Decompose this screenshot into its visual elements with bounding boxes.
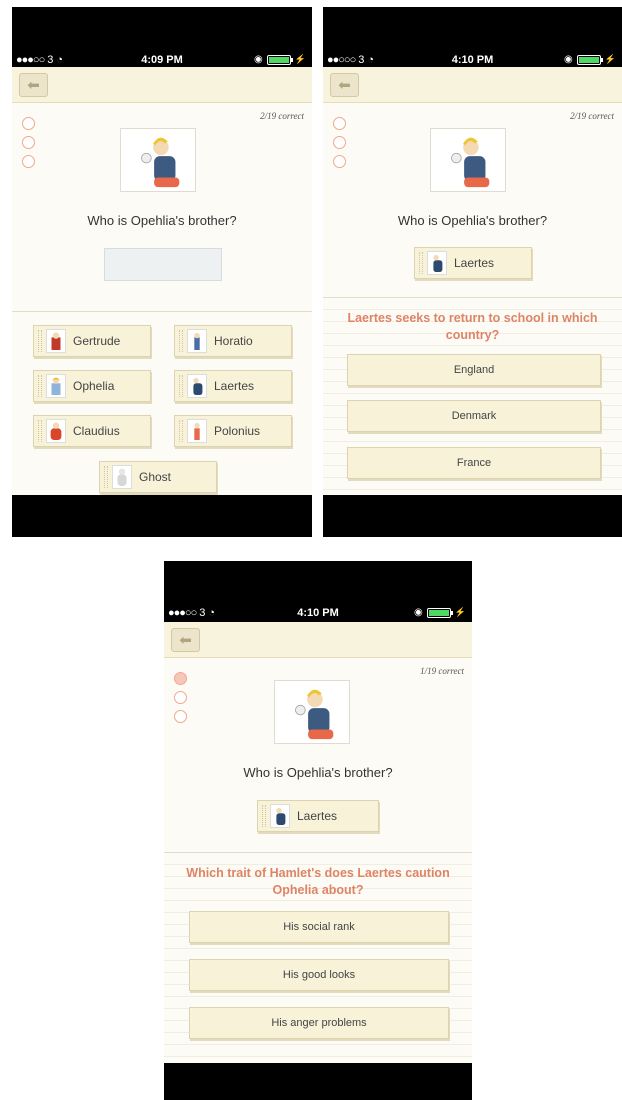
choice-label: Polonius [214, 424, 261, 438]
question-text: Who is Opehlia's brother? [397, 213, 548, 228]
selected-answer-laertes[interactable]: Laertes [414, 247, 532, 279]
drag-handle [179, 375, 183, 397]
choice-ophelia[interactable]: Ophelia [33, 370, 151, 402]
phone-screenshot-2: ●●○○○ 3 ◔ 4:10 PM ◉ ⚡ ⬅ 2/19 correct Who is… [323, 7, 622, 537]
quiz-screen: ⬅ 1/19 correct Who is Opehlia's brother?… [164, 622, 472, 1063]
progress-dot [174, 691, 187, 704]
drag-handle [262, 805, 266, 827]
progress-dot [333, 136, 346, 149]
progress-dot [333, 155, 346, 168]
followup-panel: Which trait of Hamlet's does Laertes cau… [164, 852, 472, 1063]
laertes-portrait-icon [270, 804, 290, 828]
choice-label: Laertes [297, 809, 338, 823]
back-button[interactable]: ⬅ [330, 73, 359, 97]
nav-bar: ⬅ [12, 67, 312, 103]
selected-answer-laertes[interactable]: Laertes [257, 800, 379, 832]
drag-handle [104, 466, 108, 488]
claudius-portrait-icon [46, 419, 66, 443]
option-button[interactable]: Denmark [347, 400, 601, 432]
choice-ghost[interactable]: Ghost [99, 461, 217, 493]
bolt-icon: ⚡ [604, 54, 616, 64]
progress-indicator [174, 672, 187, 729]
drag-handle [38, 375, 42, 397]
followup-question: Laertes seeks to return to school in whi… [347, 311, 598, 342]
bolt-icon: ⚡ [294, 54, 306, 64]
answer-drop-zone[interactable] [104, 248, 222, 281]
progress-dot [22, 117, 35, 130]
choice-label: Claudius [73, 424, 120, 438]
hamlet-portrait [274, 680, 350, 744]
quiz-screen: ⬅ 2/19 correct Who is Opehlia's brother?… [12, 67, 312, 495]
drag-handle [179, 420, 183, 442]
rotation-lock-icon: ◉ [564, 54, 573, 65]
gertrude-portrait-icon [46, 329, 66, 353]
back-button[interactable]: ⬅ [171, 628, 200, 652]
laertes-portrait-icon [427, 251, 447, 275]
progress-dot [333, 117, 346, 130]
phone-screenshot-1: ●●●○○ 3 ◔ 4:09 PM ◉ ⚡ ⬅ 2/19 correct Who is… [12, 7, 312, 537]
drag-handle [419, 252, 423, 274]
option-button[interactable]: His anger problems [189, 1007, 449, 1039]
score-label: 2/19 correct [260, 111, 304, 121]
drag-handle [179, 330, 183, 352]
score-label: 1/19 correct [420, 666, 464, 676]
score-label: 2/19 correct [570, 111, 614, 121]
choice-horatio[interactable]: Horatio [174, 325, 292, 357]
horatio-portrait-icon [187, 329, 207, 353]
choice-label: Laertes [454, 256, 495, 270]
drag-handle [38, 330, 42, 352]
quiz-screen: ⬅ 2/19 correct Who is Opehlia's brother?… [323, 67, 622, 495]
hamlet-portrait [120, 128, 196, 192]
progress-indicator [22, 117, 35, 174]
hamlet-portrait [430, 128, 506, 192]
choice-label: Horatio [214, 334, 253, 348]
followup-panel: Laertes seeks to return to school in whi… [323, 297, 622, 495]
nav-bar: ⬅ [323, 67, 622, 103]
progress-dot [174, 672, 187, 685]
ghost-portrait-icon [112, 465, 132, 489]
battery-icon [426, 607, 453, 618]
phone-screenshot-3: ●●●○○ 3 ◔ 4:10 PM ◉ ⚡ ⬅ 1/19 correct Who is… [164, 561, 472, 1100]
question-text: Who is Opehlia's brother? [87, 213, 237, 228]
option-button[interactable]: England [347, 354, 601, 386]
choice-gertrude[interactable]: Gertrude [33, 325, 151, 357]
rotation-lock-icon: ◉ [414, 607, 423, 618]
progress-dot [174, 710, 187, 723]
answer-choices: Gertrude Horatio Ophelia Laertes Claudiu [12, 311, 312, 495]
battery-icon [266, 54, 293, 65]
question-text: Who is Opehlia's brother? [243, 765, 393, 780]
option-button[interactable]: His good looks [189, 959, 449, 991]
ophelia-portrait-icon [46, 374, 66, 398]
rotation-lock-icon: ◉ [254, 54, 263, 65]
option-button[interactable]: France [347, 447, 601, 479]
bolt-icon: ⚡ [454, 607, 466, 617]
left-arrow-icon: ⬅ [27, 77, 40, 94]
polonius-portrait-icon [187, 419, 207, 443]
choice-claudius[interactable]: Claudius [33, 415, 151, 447]
option-button[interactable]: His social rank [189, 911, 449, 943]
drag-handle [38, 420, 42, 442]
choice-laertes[interactable]: Laertes [174, 370, 292, 402]
choice-label: Ophelia [73, 379, 115, 393]
followup-question: Which trait of Hamlet's does Laertes cau… [186, 866, 450, 897]
choice-label: Ghost [139, 470, 172, 484]
choice-polonius[interactable]: Polonius [174, 415, 292, 447]
progress-indicator [333, 117, 346, 174]
choice-label: Laertes [214, 379, 255, 393]
progress-dot [22, 136, 35, 149]
choice-label: Gertrude [73, 334, 121, 348]
back-button[interactable]: ⬅ [19, 73, 48, 97]
progress-dot [22, 155, 35, 168]
left-arrow-icon: ⬅ [179, 632, 192, 649]
left-arrow-icon: ⬅ [338, 77, 351, 94]
battery-icon [576, 54, 603, 65]
laertes-portrait-icon [187, 374, 207, 398]
nav-bar: ⬅ [164, 622, 472, 658]
